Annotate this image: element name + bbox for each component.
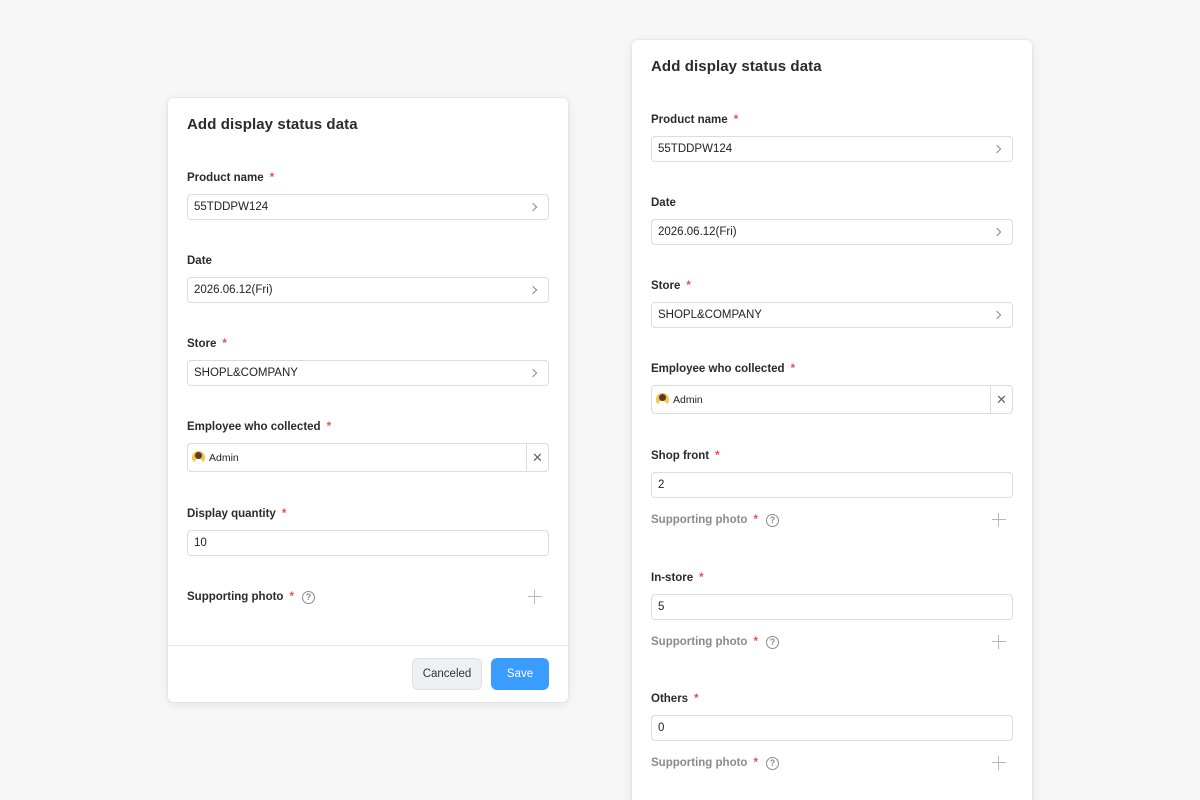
save-button[interactable]: Save [491,658,549,690]
supporting-photo-row: Supporting photo * ? [187,589,549,605]
required-mark: * [269,172,275,184]
date-value: 2026.06.12(Fri) [658,226,737,238]
add-display-status-dialog-left: Add display status data Product name * 55… [168,98,568,702]
footer-divider [168,645,568,646]
product-name-label: Product name [187,172,264,184]
date-select[interactable]: 2026.06.12(Fri) [651,219,1013,245]
help-icon[interactable]: ? [765,513,779,527]
chevron-right-icon [992,310,1002,320]
chevron-right-icon [992,227,1002,237]
date-field: Date 2026.06.12(Fri) [651,195,1013,245]
others-label: Others [651,693,689,705]
required-mark: * [753,757,758,769]
store-value: SHOPL&COMPANY [658,309,762,321]
required-mark: * [715,450,720,462]
employee-chip-label: Admin [673,393,703,406]
shop-front-input[interactable]: 2 [651,472,1013,498]
date-value: 2026.06.12(Fri) [194,284,273,296]
product-name-select[interactable]: 55TDDPW124 [187,194,549,220]
store-field: Store * SHOPL&COMPANY [187,336,549,386]
add-display-status-dialog-right: Add display status data Product name * 55… [632,40,1032,800]
product-name-label: Product name [651,114,728,126]
store-value: SHOPL&COMPANY [194,367,298,379]
employee-field: Employee who collected * Admin ✕ [651,361,1013,414]
date-label: Date [187,255,212,267]
date-field: Date 2026.06.12(Fri) [187,253,549,303]
product-name-field: Product name * 55TDDPW124 [187,170,549,220]
dialog-title: Add display status data [187,116,358,133]
plus-icon[interactable] [992,513,1006,527]
close-icon[interactable]: ✕ [990,386,1012,413]
avatar [656,393,669,406]
required-mark: * [699,572,704,584]
required-mark: * [289,591,294,603]
display-quantity-label: Display quantity [187,508,276,520]
required-mark: * [753,514,758,526]
product-name-field: Product name * 55TDDPW124 [651,112,1013,162]
shop-front-label: Shop front [651,450,710,462]
product-name-value: 55TDDPW124 [658,143,733,155]
chevron-right-icon [528,285,538,295]
chevron-right-icon [528,368,538,378]
in-store-field: In-store * 5 [651,570,1013,620]
required-mark: * [733,114,739,126]
shop-front-value: 2 [658,479,665,491]
display-quantity-field: Display quantity * 10 [187,506,549,556]
supporting-photo-row: Supporting photo * ? [651,512,1013,528]
supporting-photo-label: Supporting photo [651,514,748,526]
help-icon[interactable]: ? [765,635,779,649]
shop-front-field: Shop front * 2 [651,448,1013,498]
in-store-value: 5 [658,601,665,613]
required-mark: * [694,693,699,705]
employee-label: Employee who collected [187,421,321,433]
required-mark: * [326,421,332,433]
in-store-label: In-store [651,572,694,584]
help-icon[interactable]: ? [765,756,779,770]
employee-input[interactable]: Admin ✕ [187,443,549,472]
others-field: Others * 0 [651,691,1013,741]
product-name-value: 55TDDPW124 [194,201,269,213]
in-store-input[interactable]: 5 [651,594,1013,620]
store-select[interactable]: SHOPL&COMPANY [187,360,549,386]
supporting-photo-row: Supporting photo * ? [651,634,1013,650]
chevron-right-icon [528,202,538,212]
product-name-select[interactable]: 55TDDPW124 [651,136,1013,162]
others-value: 0 [658,722,665,734]
plus-icon[interactable] [992,756,1006,770]
store-label: Store [187,338,217,350]
date-label: Date [651,197,676,209]
plus-icon[interactable] [528,590,542,604]
supporting-photo-label: Supporting photo [187,591,284,603]
avatar [192,451,205,464]
required-mark: * [686,280,691,292]
employee-field: Employee who collected * Admin ✕ [187,419,549,472]
employee-chip-label: Admin [209,451,239,464]
employee-chip: Admin [656,393,990,406]
close-icon[interactable]: ✕ [526,444,548,471]
employee-chip: Admin [192,451,526,464]
cancel-button[interactable]: Canceled [412,658,482,690]
supporting-photo-row: Supporting photo * ? [651,755,1013,771]
date-select[interactable]: 2026.06.12(Fri) [187,277,549,303]
chevron-right-icon [992,144,1002,154]
store-field: Store * SHOPL&COMPANY [651,278,1013,328]
employee-label: Employee who collected [651,363,785,375]
help-icon[interactable]: ? [301,590,315,604]
required-mark: * [753,636,758,648]
supporting-photo-label: Supporting photo [651,757,748,769]
display-quantity-value: 10 [194,537,207,549]
store-select[interactable]: SHOPL&COMPANY [651,302,1013,328]
required-mark: * [222,338,227,350]
display-quantity-input[interactable]: 10 [187,530,549,556]
store-label: Store [651,280,681,292]
supporting-photo-label: Supporting photo [651,636,748,648]
plus-icon[interactable] [992,635,1006,649]
employee-input[interactable]: Admin ✕ [651,385,1013,414]
dialog-title: Add display status data [651,58,822,75]
required-mark: * [281,508,287,520]
required-mark: * [790,363,796,375]
others-input[interactable]: 0 [651,715,1013,741]
